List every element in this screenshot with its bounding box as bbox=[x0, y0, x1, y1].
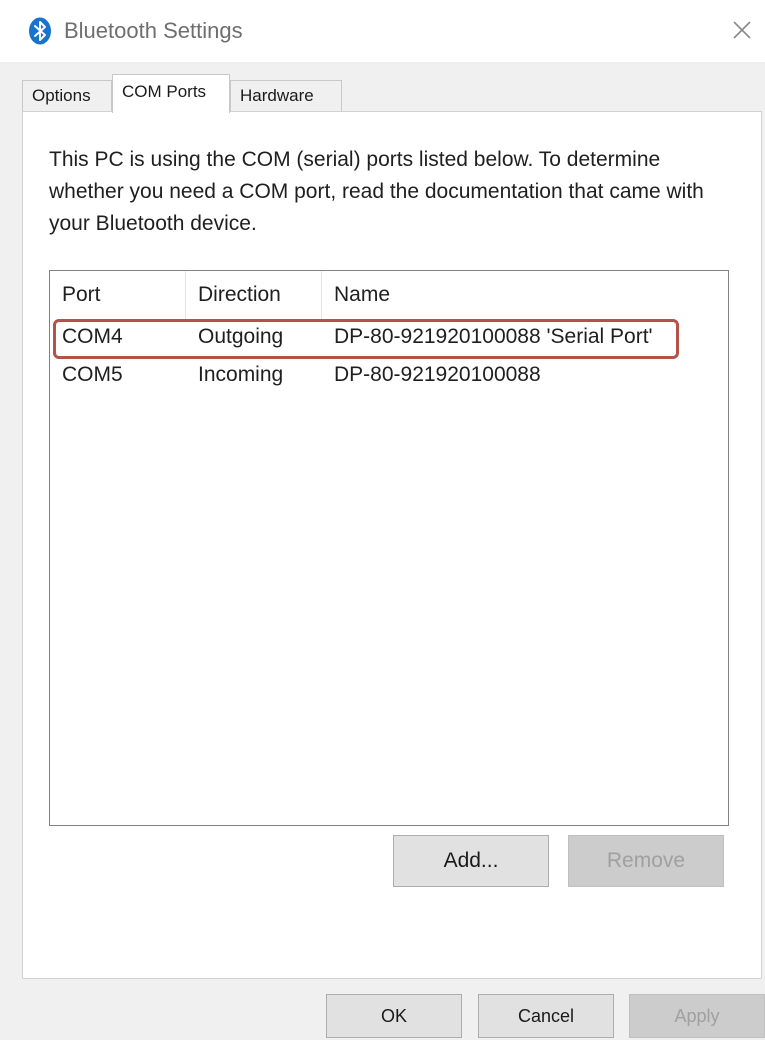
title-bar: Bluetooth Settings bbox=[0, 0, 765, 62]
cell-port: COM4 bbox=[62, 325, 123, 348]
remove-button[interactable]: Remove bbox=[568, 835, 724, 887]
close-icon[interactable] bbox=[724, 12, 760, 48]
cell-direction: Outgoing bbox=[198, 325, 284, 348]
description-text: This PC is using the COM (serial) ports … bbox=[49, 148, 704, 235]
tab-com-ports[interactable]: COM Ports bbox=[112, 74, 230, 113]
list-row-com4[interactable]: COM4 Outgoing DP-80-921920100088 'Serial… bbox=[50, 318, 728, 356]
column-header-direction[interactable]: Direction bbox=[186, 271, 322, 319]
column-header-name[interactable]: Name bbox=[322, 271, 728, 319]
tab-strip: Options COM Ports Hardware bbox=[22, 74, 762, 113]
cell-name: DP-80-921920100088 'Serial Port' bbox=[334, 325, 653, 348]
tab-options[interactable]: Options bbox=[22, 80, 112, 112]
list-row-com5[interactable]: COM5 Incoming DP-80-921920100088 bbox=[50, 356, 728, 394]
column-header-port[interactable]: Port bbox=[50, 271, 186, 319]
bluetooth-settings-dialog: Bluetooth Settings Options COM Ports Har… bbox=[0, 0, 765, 1040]
cell-name: DP-80-921920100088 bbox=[334, 363, 541, 386]
tab-hardware[interactable]: Hardware bbox=[230, 80, 342, 112]
cell-port: COM5 bbox=[62, 363, 123, 386]
bluetooth-icon bbox=[28, 17, 52, 45]
apply-button[interactable]: Apply bbox=[629, 994, 765, 1038]
add-button[interactable]: Add... bbox=[393, 835, 549, 887]
list-header: Port Direction Name bbox=[50, 271, 728, 319]
ok-button[interactable]: OK bbox=[326, 994, 462, 1038]
cell-direction: Incoming bbox=[198, 363, 284, 386]
cancel-button[interactable]: Cancel bbox=[478, 994, 614, 1038]
com-ports-list[interactable]: Port Direction Name COM4 Outgoing DP-80-… bbox=[49, 270, 729, 826]
window-title: Bluetooth Settings bbox=[64, 18, 243, 43]
